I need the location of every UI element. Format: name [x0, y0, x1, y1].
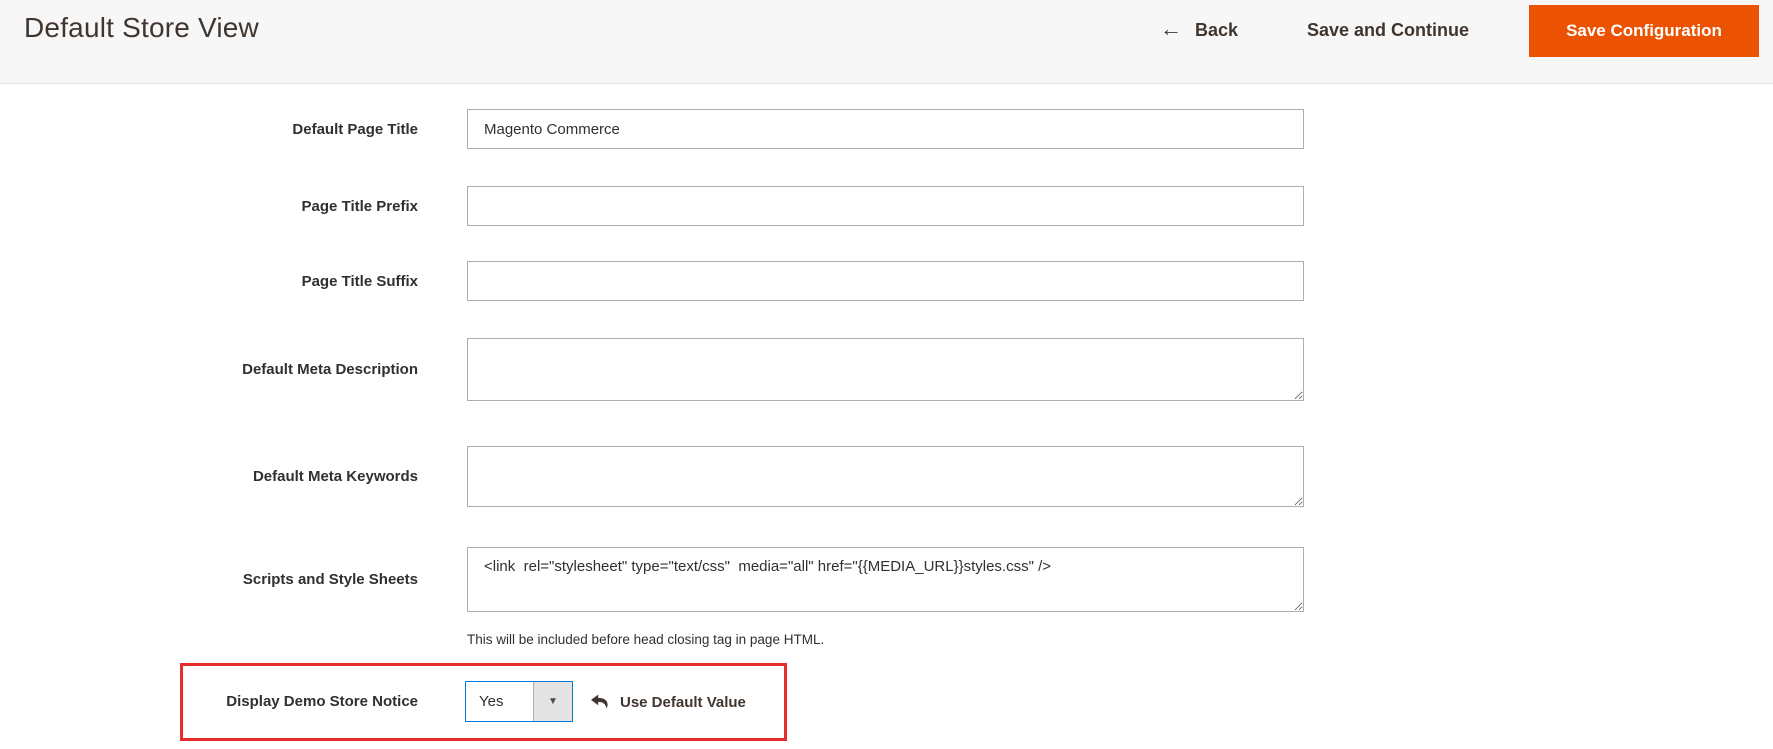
display-demo-store-notice-select[interactable]: Yes ▼: [465, 681, 573, 722]
scripts-field-note: This will be included before head closin…: [467, 632, 824, 647]
settings-page: Default Store View ← Back Save and Conti…: [0, 0, 1773, 749]
field-row-scripts-and-style-sheets: Scripts and Style Sheets: [0, 547, 1304, 612]
undo-icon: [589, 693, 610, 712]
field-row-page-title-suffix: Page Title Suffix: [0, 261, 1304, 301]
page-header: Default Store View ← Back Save and Conti…: [0, 0, 1773, 84]
use-default-value-button[interactable]: Use Default Value: [589, 666, 746, 738]
save-and-continue-label: Save and Continue: [1307, 20, 1469, 41]
page-title: Default Store View: [24, 12, 259, 44]
use-default-value-label: Use Default Value: [620, 694, 746, 711]
page-title-prefix-input[interactable]: [467, 186, 1304, 226]
field-label: Display Demo Store Notice: [183, 666, 418, 738]
save-and-continue-button[interactable]: Save and Continue: [1307, 0, 1469, 60]
save-configuration-button[interactable]: Save Configuration: [1529, 5, 1759, 57]
field-label: Default Meta Keywords: [0, 468, 418, 485]
chevron-down-icon: ▼: [548, 697, 558, 707]
field-row-default-page-title: Default Page Title: [0, 109, 1304, 149]
default-meta-description-textarea[interactable]: [467, 338, 1304, 401]
select-selected-value: Yes: [466, 682, 533, 721]
back-button[interactable]: ← Back: [1160, 0, 1238, 60]
field-row-page-title-prefix: Page Title Prefix: [0, 186, 1304, 226]
save-configuration-label: Save Configuration: [1566, 21, 1722, 41]
scripts-and-style-sheets-textarea[interactable]: [467, 547, 1304, 612]
highlight-annotation-box: Display Demo Store Notice Yes ▼ Use Defa…: [180, 663, 787, 741]
page-title-suffix-input[interactable]: [467, 261, 1304, 301]
field-row-default-meta-description: Default Meta Description: [0, 338, 1304, 401]
field-label: Default Page Title: [0, 121, 418, 138]
field-label: Page Title Prefix: [0, 198, 418, 215]
back-button-label: Back: [1195, 20, 1238, 41]
back-arrow-icon: ←: [1160, 18, 1182, 40]
field-label: Page Title Suffix: [0, 273, 418, 290]
field-label: Default Meta Description: [0, 361, 418, 378]
field-row-default-meta-keywords: Default Meta Keywords: [0, 446, 1304, 507]
field-label: Scripts and Style Sheets: [0, 571, 418, 588]
default-meta-keywords-textarea[interactable]: [467, 446, 1304, 507]
default-page-title-input[interactable]: [467, 109, 1304, 149]
select-caret-button[interactable]: ▼: [533, 682, 572, 721]
